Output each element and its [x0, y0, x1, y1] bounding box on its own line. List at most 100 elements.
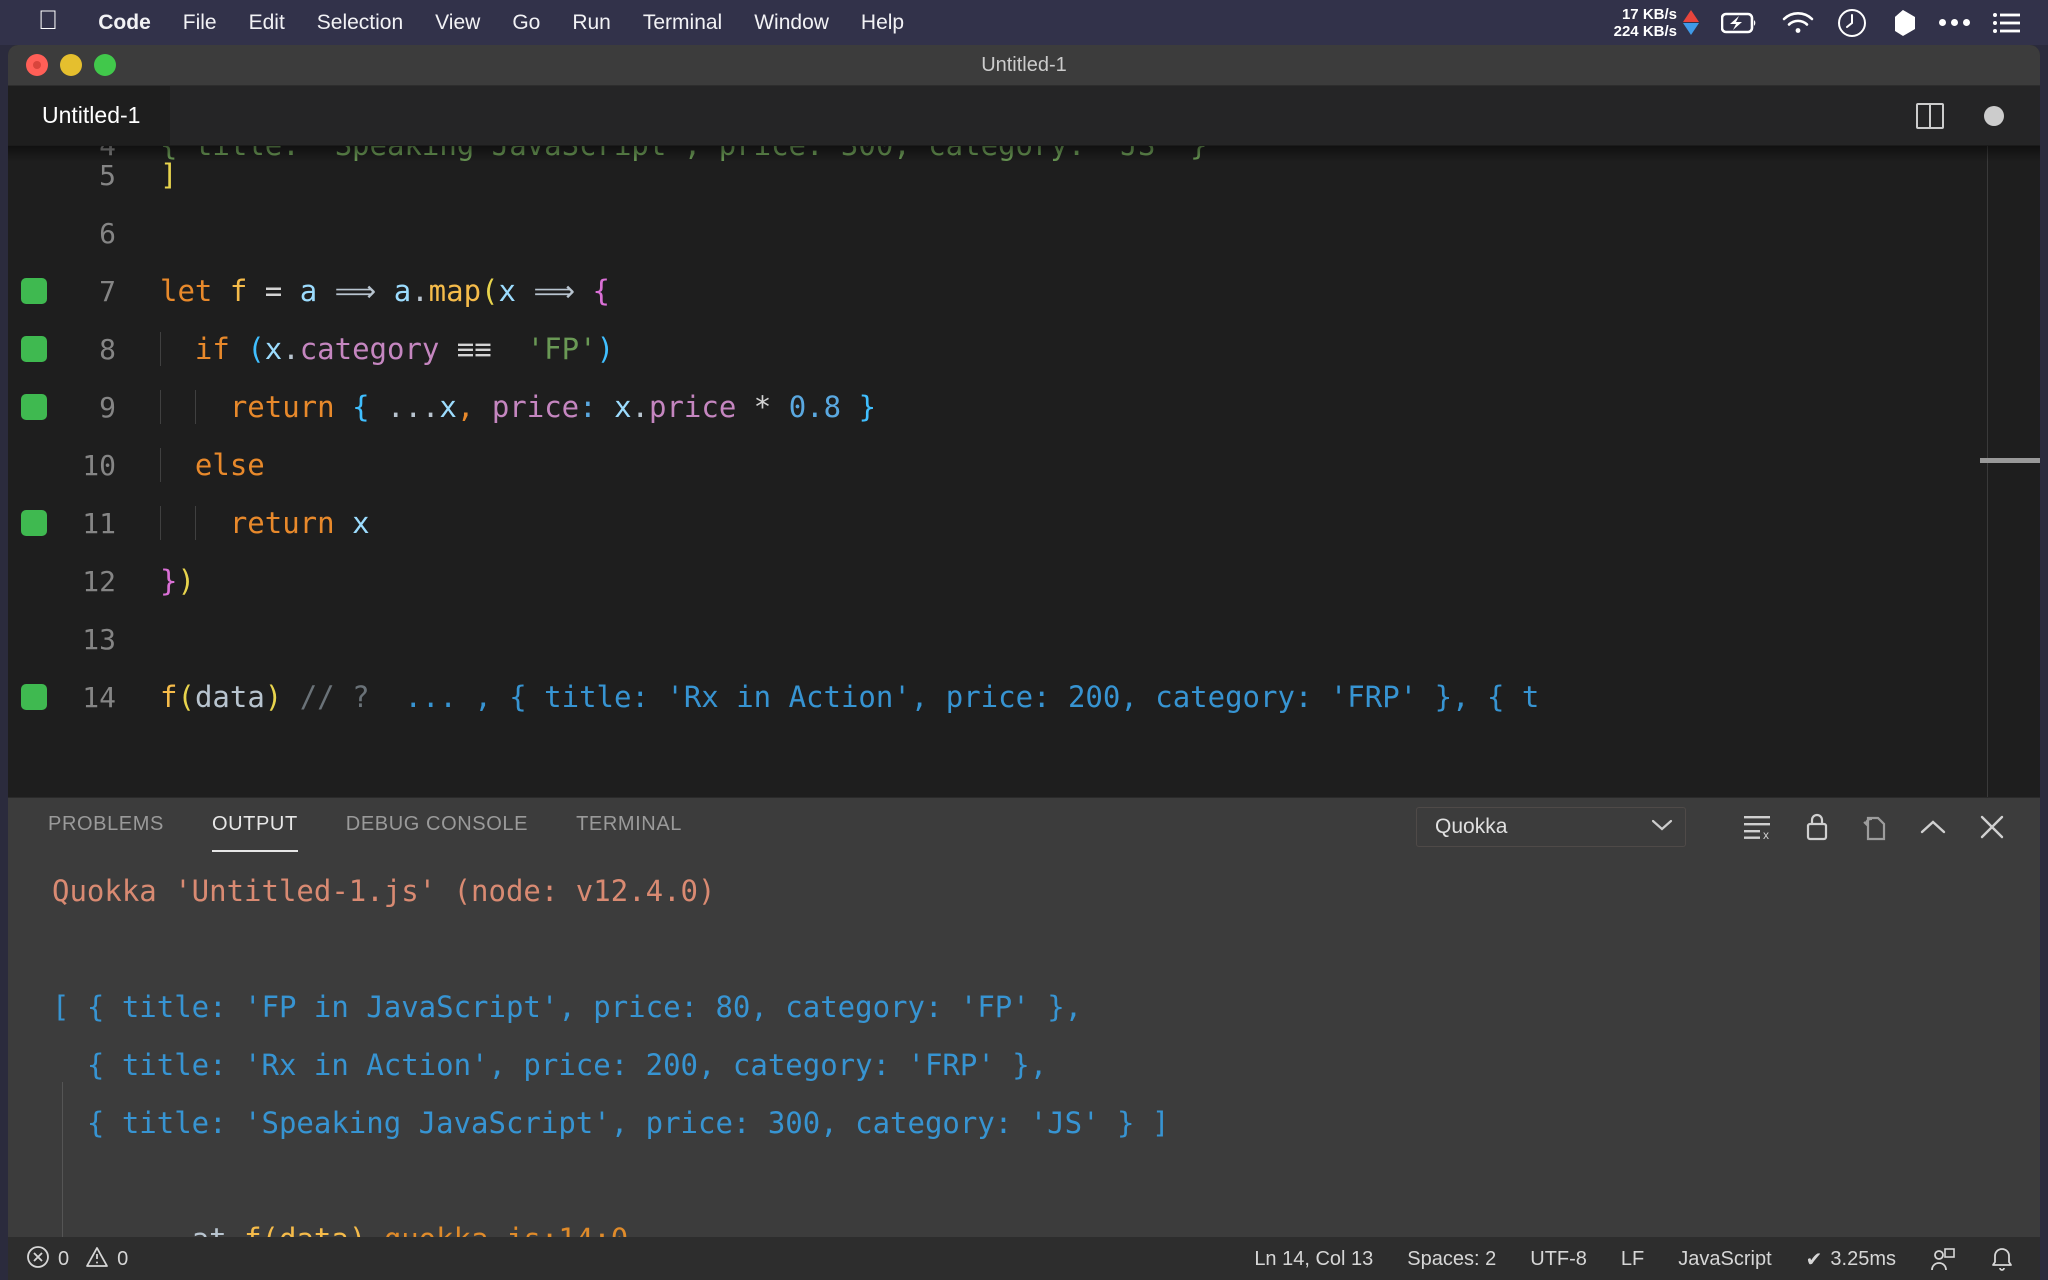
close-panel-icon[interactable]	[1978, 813, 2006, 841]
menu-item-file[interactable]: File	[167, 11, 233, 35]
maximize-panel-icon[interactable]	[1918, 816, 1948, 838]
window-title: Untitled-1	[981, 53, 1067, 76]
quokka-coverage-marker[interactable]	[21, 510, 47, 536]
menubar-items: Code File Edit Selection View Go Run Terminal Wi…	[82, 11, 920, 35]
network-upload-speed: 17 KB/s	[1621, 5, 1677, 23]
menu-item-run[interactable]: Run	[556, 11, 627, 35]
encoding-status[interactable]: UTF-8	[1530, 1248, 1587, 1271]
trace-source-link[interactable]: quokka.js:14:0	[384, 1222, 628, 1237]
quokka-coverage-marker[interactable]	[21, 684, 47, 710]
menu-item-selection[interactable]: Selection	[301, 11, 419, 35]
open-in-editor-icon[interactable]	[1860, 812, 1888, 842]
code-token: )	[177, 564, 195, 598]
lock-scroll-icon[interactable]	[1804, 812, 1830, 842]
menu-item-edit[interactable]: Edit	[233, 11, 301, 35]
editor-tab-label: Untitled-1	[42, 102, 141, 128]
bell-icon[interactable]	[1990, 1247, 2014, 1273]
language-mode-status[interactable]: JavaScript	[1678, 1248, 1771, 1271]
output-indent-guide	[62, 1082, 63, 1237]
quokka-coverage-marker[interactable]	[21, 394, 47, 420]
code-line[interactable]: 8 if (x.category ≡≡ 'FP')	[8, 320, 2040, 378]
menu-item-help[interactable]: Help	[845, 11, 920, 35]
indentation-status[interactable]: Spaces: 2	[1407, 1248, 1496, 1271]
control-center-icon[interactable]	[1992, 11, 2022, 35]
output-trace-line: at f(data) quokka.js:14:0	[52, 1152, 2040, 1237]
code-token: // ?	[299, 680, 370, 714]
code-token: else	[194, 448, 265, 482]
code-token: a	[393, 274, 412, 308]
code-editor[interactable]: 4 { title: 'Speaking JavaScript', price:…	[8, 146, 2040, 797]
code-token: ⟹	[533, 274, 576, 308]
code-line[interactable]: 5]	[8, 146, 2040, 204]
wifi-icon[interactable]	[1781, 11, 1815, 35]
code-line[interactable]: 12})	[8, 552, 2040, 610]
code-line[interactable]: 7 let f = a ⟹ a.map(x ⟹ {	[8, 262, 2040, 320]
cursor-position-status[interactable]: Ln 14, Col 13	[1254, 1248, 1373, 1271]
split-editor-icon[interactable]	[1916, 102, 1944, 129]
dropbox-icon[interactable]	[1889, 8, 1917, 38]
network-download-speed: 224 KB/s	[1613, 22, 1677, 40]
menu-item-code[interactable]: Code	[82, 11, 167, 35]
code-token: {	[592, 274, 610, 308]
panel-tab-output[interactable]: OUTPUT	[211, 813, 298, 852]
code-line[interactable]: 14 f(data) // ? ... , { title: 'Rx in Act…	[8, 668, 2040, 726]
menubar-status-area: 17 KB/s 224 KB/s	[1614, 6, 2048, 40]
editor-horizontal-scrollbar[interactable]	[1980, 458, 2040, 463]
apple-logo-icon[interactable]: 	[38, 7, 58, 34]
panel-tab-terminal[interactable]: TERMINAL	[576, 813, 682, 842]
output-channel-select[interactable]: Quokka	[1416, 807, 1686, 847]
editor-tab-untitled-1[interactable]: Untitled-1	[8, 86, 171, 145]
warning-count: 0	[117, 1248, 129, 1270]
upload-arrow-icon	[1683, 10, 1699, 22]
panel-tab-problems[interactable]: PROBLEMS	[48, 813, 164, 842]
indent-guide	[195, 390, 196, 424]
problems-status-item[interactable]: 0 0	[26, 1245, 128, 1275]
menu-item-go[interactable]: Go	[496, 11, 556, 35]
code-token: category	[299, 332, 440, 366]
editor-tabbar: Untitled-1	[8, 86, 2040, 146]
status-bar: 0 0 Ln 14, Col 13 Spaces: 2 UTF-8 LF Jav…	[8, 1237, 2040, 1280]
quokka-coverage-marker[interactable]	[21, 278, 47, 304]
menu-item-window[interactable]: Window	[738, 11, 845, 35]
indent-guide	[160, 448, 161, 482]
panel-header: PROBLEMS OUTPUT DEBUG CONSOLE TERMINAL Quok…	[8, 798, 2040, 856]
feedback-icon[interactable]	[1930, 1247, 1956, 1273]
code-line-text: let f = a ⟹ a.map(x ⟹ {	[138, 274, 610, 308]
panel-tab-debug-console[interactable]: DEBUG CONSOLE	[346, 813, 528, 842]
code-line-text: ]	[138, 158, 177, 192]
code-line[interactable]: 6	[8, 204, 2040, 262]
code-line[interactable]: 13	[8, 610, 2040, 668]
unsaved-dot-icon[interactable]	[1984, 105, 2004, 126]
output-panel-body[interactable]: Quokka 'Untitled-1.js' (node: v12.4.0) […	[8, 856, 2040, 1237]
code-token: return	[229, 506, 335, 540]
menu-item-terminal[interactable]: Terminal	[627, 11, 738, 35]
eol-status[interactable]: LF	[1621, 1248, 1644, 1271]
quokka-status[interactable]: ✔ 3.25ms	[1806, 1247, 1896, 1272]
indent-guide	[160, 332, 161, 366]
code-line[interactable]: 11 return x	[8, 494, 2040, 552]
code-lines-container: 5] 6 7 let f = a ⟹ a.map(x ⟹ {8 if (x.categ…	[8, 146, 2040, 726]
battery-charging-icon[interactable]	[1721, 11, 1759, 35]
more-dots-icon[interactable]	[1939, 19, 1970, 26]
code-token: ]	[160, 158, 178, 192]
clock-icon[interactable]	[1837, 8, 1867, 38]
error-count: 0	[58, 1248, 70, 1270]
network-speed-indicator[interactable]: 17 KB/s 224 KB/s	[1614, 6, 1699, 40]
menu-item-view[interactable]: View	[419, 11, 496, 35]
code-line[interactable]: 9 return { ...x, price: x.price * 0.8 }	[8, 378, 2040, 436]
quokka-runtime: 3.25ms	[1830, 1248, 1896, 1270]
clear-output-icon[interactable]: x	[1742, 813, 1774, 841]
output-header-line: Quokka 'Untitled-1.js' (node: v12.4.0)	[52, 874, 716, 908]
quokka-coverage-marker[interactable]	[21, 336, 47, 362]
code-token: ... , { title: 'Rx in Action', price: 20…	[404, 680, 1540, 714]
code-token: return	[229, 390, 335, 424]
code-line[interactable]: 10 else	[8, 436, 2040, 494]
error-icon	[26, 1245, 50, 1275]
